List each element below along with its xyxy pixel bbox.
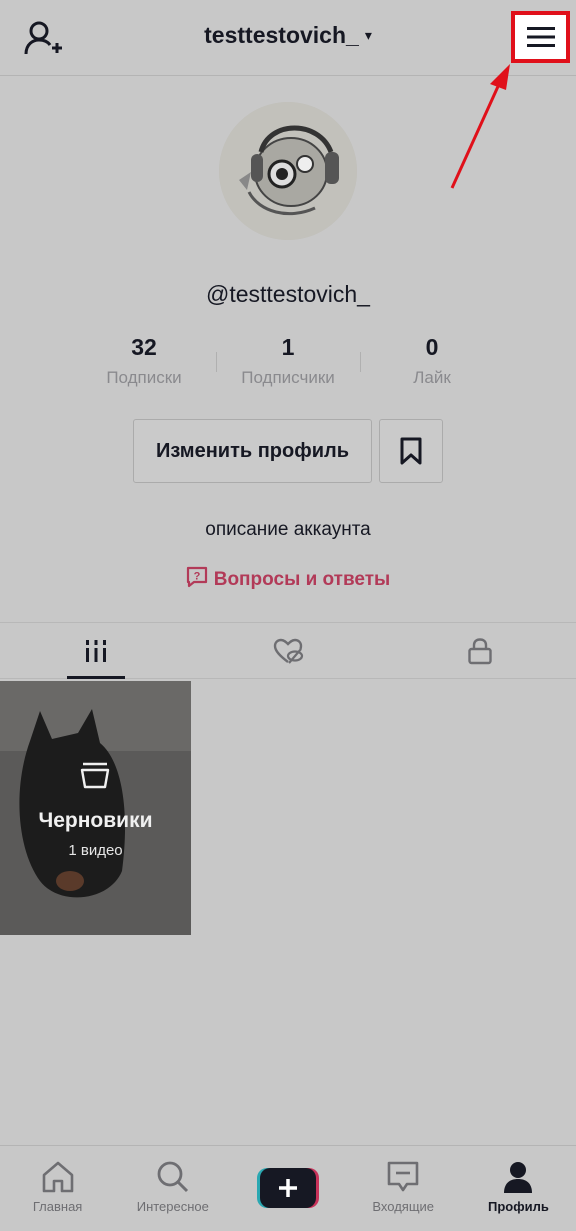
tab-liked[interactable] [192,623,384,678]
nav-discover[interactable]: Интересное [115,1146,230,1231]
bookmark-icon [400,437,422,465]
menu-button[interactable] [511,11,570,63]
profile-stats: 32 Подписки 1 Подписчики 0 Лайк [72,330,504,394]
avatar[interactable] [219,102,357,240]
stat-value: 0 [425,334,439,360]
content-tabs [0,622,576,679]
stat-value: 32 [131,334,157,360]
favorites-button[interactable] [379,419,443,483]
plus-icon [257,1168,319,1208]
stat-label: Подписчики [241,368,335,387]
tab-videos[interactable] [0,623,192,679]
stat-followers[interactable]: 1 Подписчики [216,330,360,394]
inbox-icon [387,1161,419,1192]
nav-home[interactable]: Главная [0,1146,115,1231]
profile-bio: описание аккаунта [205,519,371,540]
question-bubble-icon: ? [186,566,207,588]
nav-inbox[interactable]: Входящие [346,1146,461,1231]
nav-label: Профиль [487,1199,549,1214]
edit-profile-button[interactable]: Изменить профиль [133,419,372,483]
account-switcher[interactable]: testtestovich_ ▾ [0,22,576,49]
grid-icon [86,639,106,662]
svg-text:?: ? [193,571,200,583]
stat-label: Лайк [413,368,451,387]
home-icon [42,1161,73,1193]
annotation-arrow [450,64,510,189]
drafts-tile[interactable]: Черновики 1 видео [0,681,191,935]
stat-likes[interactable]: 0 Лайк [360,330,504,394]
stat-label: Подписки [106,368,182,387]
search-icon [157,1161,188,1193]
lock-icon [468,637,492,664]
nav-label: Главная [32,1199,83,1214]
bottom-nav: Главная Интересное Входящие Профиль [0,1145,576,1231]
profile-handle: @testtestovich_ [206,281,370,307]
drafts-icon [80,762,110,789]
chevron-down-icon: ▾ [364,27,372,43]
drafts-title: Черновики [38,809,153,832]
stat-following[interactable]: 32 Подписки [72,330,216,394]
nav-profile[interactable]: Профиль [461,1146,576,1231]
nav-label: Интересное [136,1199,209,1214]
nav-label: Входящие [372,1199,435,1214]
profile-icon [504,1162,533,1193]
nav-create[interactable] [230,1146,345,1231]
qa-label: Вопросы и ответы [213,569,391,590]
tab-private[interactable] [384,623,576,678]
stat-value: 1 [281,334,295,360]
qa-link[interactable]: ? Вопросы и ответы [0,566,576,591]
drafts-count: 1 видео [68,842,123,859]
hamburger-icon [526,27,555,47]
username-label: testtestovich_ [204,22,359,48]
hidden-likes-icon [273,638,304,664]
